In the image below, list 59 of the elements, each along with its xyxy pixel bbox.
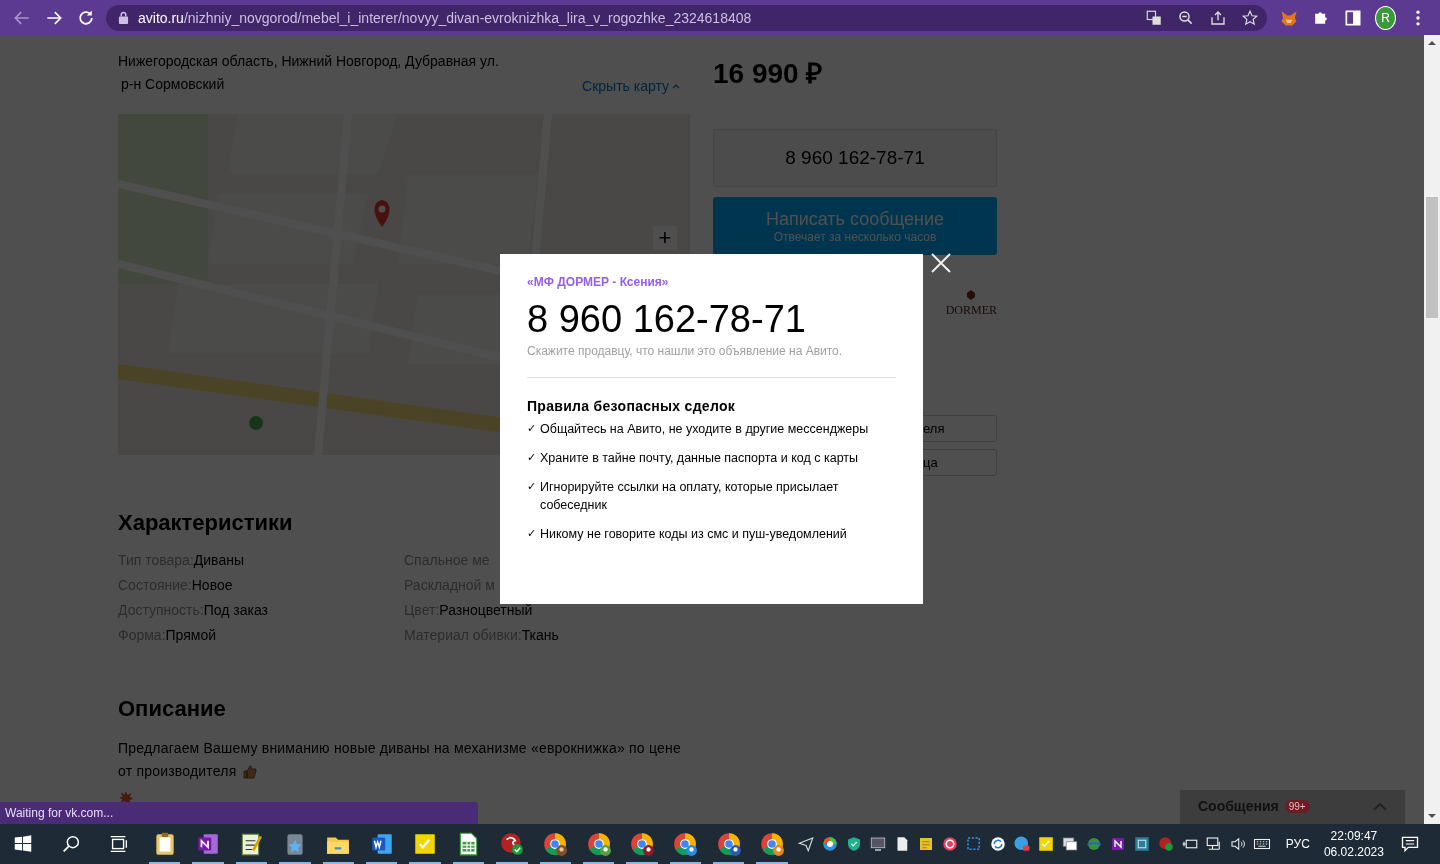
lock-icon [118, 11, 129, 24]
browser-icon[interactable] [759, 831, 786, 857]
notifications-icon[interactable] [1399, 834, 1420, 854]
profile-avatar[interactable]: R [1375, 5, 1396, 30]
check-mark: ✓ [527, 526, 538, 542]
rule-text: Общайтесь на Авито, не уходите в другие мессенджеры [540, 421, 869, 438]
language-indicator[interactable]: РУС [1285, 837, 1310, 851]
show-phone-button[interactable]: 8 960 162-78-71 [713, 129, 997, 187]
selection-icon[interactable] [964, 835, 983, 853]
description-text: от производителя [118, 762, 237, 781]
browser-icon[interactable] [585, 831, 612, 857]
browser-icon[interactable] [820, 835, 839, 853]
description-text: Предлагаем Вашему вниманию новые диваны на механизме «еврокнижка» по цене [118, 739, 681, 758]
browser-icon[interactable] [672, 831, 699, 857]
zoom-icon[interactable] [1177, 8, 1195, 27]
unread-badge: 99+ [1284, 800, 1310, 813]
rule-text: Никому не говорите коды из смс и пуш-уведомлений [540, 526, 847, 543]
star-icon[interactable] [1241, 8, 1259, 27]
seller-name[interactable]: «МФ ДОРМЕР - Ксения» [527, 275, 669, 289]
browser-icon[interactable] [629, 831, 655, 857]
rule-text: Храните в тайне почту, данные паспорта и код с карты [540, 450, 859, 467]
thumbs-up-icon [242, 763, 259, 780]
network-icon[interactable] [1204, 835, 1223, 853]
district-text: р-н Сормовский [120, 75, 226, 94]
check-mark: ✓ [527, 479, 538, 495]
check-mark: ✓ [527, 421, 538, 437]
monitor-icon[interactable] [868, 835, 887, 853]
scrollbar-thumb[interactable] [1426, 197, 1438, 318]
sync-icon[interactable] [988, 835, 1007, 853]
scrollbar[interactable] [1424, 35, 1440, 824]
windows-icon[interactable] [1060, 835, 1079, 853]
status-bubble: Waiting for vk.com... [0, 802, 478, 824]
phone-number: 8 960 162-78-71 [527, 297, 807, 342]
caret-icon [672, 82, 680, 89]
url-text: avito.ru/nizhniy_novgorod/mebel_i_interer/novyy_divan-evroknizhka_lira_v_rogozhke_2324618408 [138, 9, 753, 26]
search-icon[interactable] [60, 833, 82, 855]
address-text: Нижегородская область, Нижний Новгород, Дубравная ул. [118, 52, 499, 71]
browser-icon[interactable] [542, 831, 569, 857]
sticky-note-icon[interactable] [1036, 835, 1055, 853]
task-view-icon[interactable] [108, 833, 130, 855]
price-text: 16 990 ₽ [713, 57, 824, 91]
rule-text: Игнорируйте ссылки на оплату, которые присылает собеседник [540, 479, 840, 514]
rules-heading: Правила безопасных сделок [527, 398, 737, 414]
square-icon[interactable] [1132, 835, 1151, 853]
hint-text: Скажите продавцу, что нашли это объявление на Авито. [527, 344, 844, 358]
clock[interactable]: 22:09:47 06.02.2023 [1323, 828, 1384, 860]
volume-icon[interactable] [1228, 835, 1247, 853]
paper-plane-icon[interactable] [796, 835, 815, 853]
close-icon[interactable] [931, 253, 951, 273]
section-heading: Описание [118, 695, 226, 723]
target-icon[interactable] [940, 835, 959, 853]
windows-start-icon[interactable] [12, 833, 34, 855]
check-mark: ✓ [527, 450, 538, 466]
zoom-in-button[interactable]: + [653, 226, 677, 250]
section-heading: Характеристики [118, 509, 293, 537]
address-bar[interactable]: avito.ru/nizhniy_novgorod/mebel_i_interer/novyy_divan-evroknizhka_lira_v_rogozhke_2324618408 [106, 4, 1267, 31]
seller-logo: DORMER [945, 289, 997, 321]
translate-icon[interactable] [1145, 8, 1163, 27]
browser-icon[interactable] [715, 831, 742, 857]
